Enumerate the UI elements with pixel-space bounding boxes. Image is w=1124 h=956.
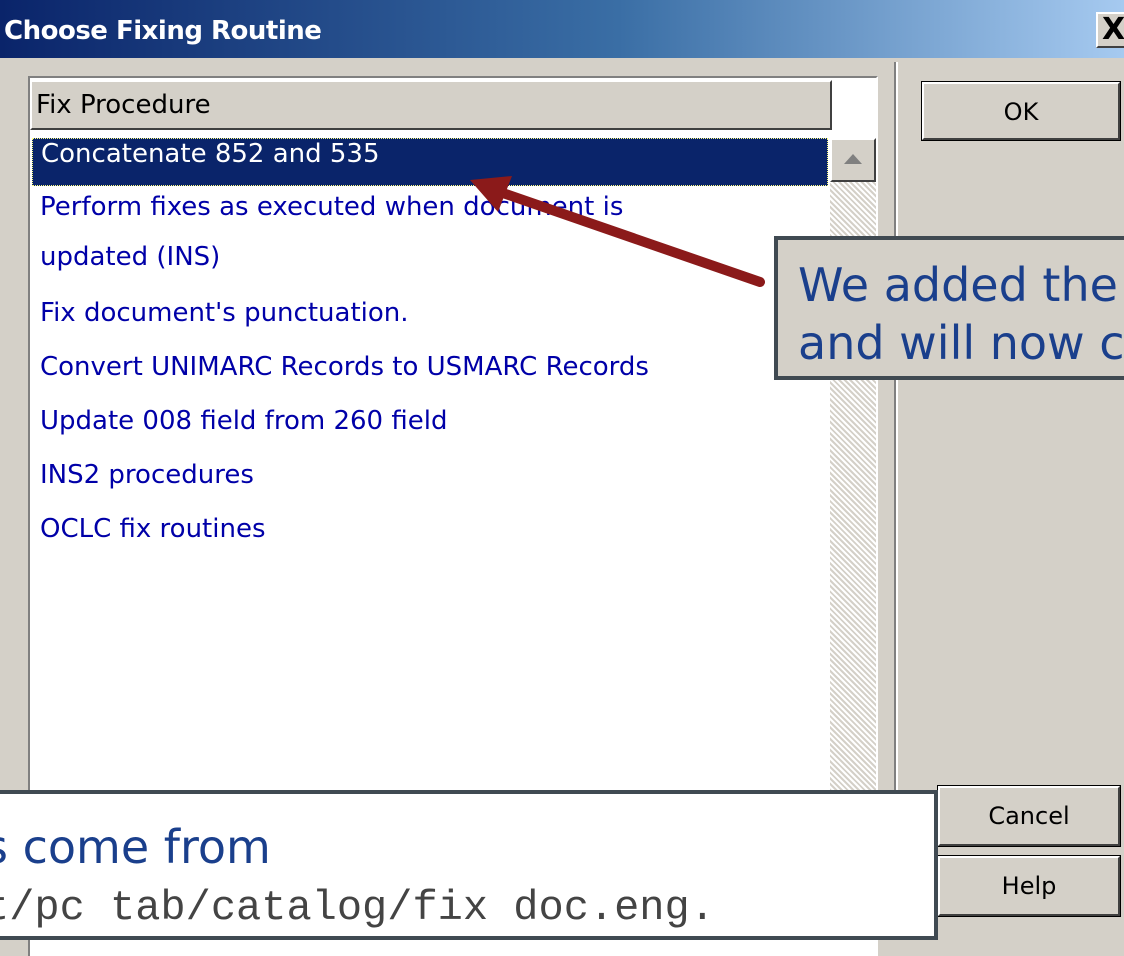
list-item[interactable]: Update 008 field from 260 field <box>32 406 447 454</box>
cancel-button[interactable]: Cancel <box>937 785 1121 847</box>
window-title: Choose Fixing Routine <box>4 16 322 46</box>
list-item[interactable]: Fix document's punctuation. <box>32 298 409 346</box>
arrow-up-icon <box>844 154 862 164</box>
title-bar: Choose Fixing Routine <box>0 0 1124 58</box>
list-item[interactable]: updated (INS) <box>32 242 220 290</box>
callout-right-line2: and will now c <box>798 316 1124 370</box>
list-item[interactable]: Perform fixes as executed when document … <box>32 192 623 240</box>
annotation-callout-bottom: s come from t/pc tab/catalog/fix doc.eng… <box>0 790 938 940</box>
cancel-button-label: Cancel <box>988 802 1070 830</box>
column-header-fix-procedure[interactable]: Fix Procedure <box>30 80 832 130</box>
close-button[interactable]: X <box>1096 12 1124 48</box>
annotation-callout-right: We added the and will now c <box>774 236 1124 380</box>
list-item[interactable]: Convert UNIMARC Records to USMARC Record… <box>32 352 649 400</box>
callout-right-line1: We added the <box>798 258 1118 312</box>
ok-button-label: OK <box>1003 98 1039 126</box>
list-item[interactable]: OCLC fix routines <box>32 514 266 562</box>
callout-bottom-path: t/pc tab/catalog/fix doc.eng. <box>0 884 715 932</box>
help-button[interactable]: Help <box>937 855 1121 917</box>
list-item[interactable]: Concatenate 852 and 535 <box>32 138 828 186</box>
list-item[interactable]: INS2 procedures <box>32 460 254 508</box>
ok-button[interactable]: OK <box>921 81 1121 141</box>
column-header-label: Fix Procedure <box>36 90 211 120</box>
close-icon: X <box>1102 12 1124 47</box>
callout-bottom-line1: s come from <box>0 820 271 874</box>
help-button-label: Help <box>1001 872 1057 900</box>
scroll-up-button[interactable] <box>830 138 876 182</box>
